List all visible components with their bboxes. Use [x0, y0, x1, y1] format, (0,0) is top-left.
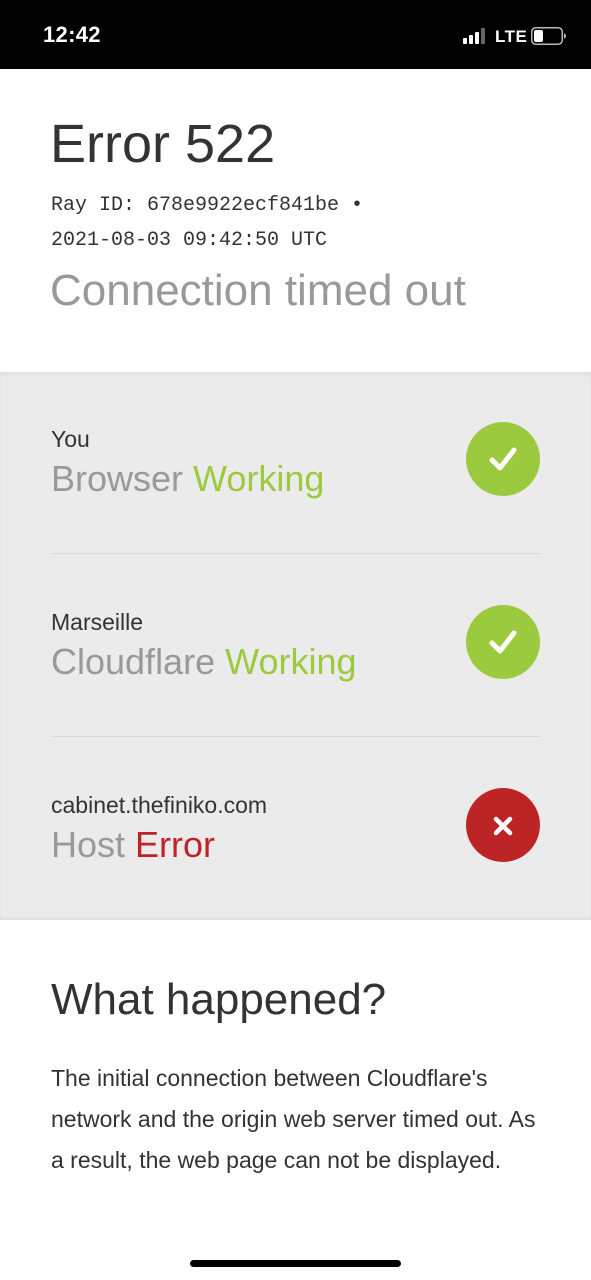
row-state: Working	[193, 458, 325, 499]
row-status: Browser Working	[51, 458, 324, 500]
check-icon	[489, 630, 517, 654]
home-indicator[interactable]	[190, 1260, 401, 1267]
divider	[51, 553, 540, 554]
ray-id: Ray ID: 678e9922ecf841be •	[51, 194, 364, 217]
status-bar: 12:42 LTE	[0, 0, 591, 69]
row-status: Host Error	[51, 824, 215, 866]
status-row-browser: You Browser Working	[51, 420, 540, 540]
row-kind: Cloudflare	[51, 641, 216, 682]
row-state: Error	[135, 824, 216, 865]
network-type-label: LTE	[495, 27, 528, 46]
error-title: Error 522	[50, 114, 276, 174]
row-location: Marseille	[51, 609, 144, 635]
x-icon	[493, 816, 513, 836]
status-ok-badge	[466, 605, 540, 679]
error-timestamp: 2021-08-03 09:42:50 UTC	[51, 229, 328, 252]
what-happened-section: What happened? The initial connection be…	[0, 920, 591, 1280]
status-ok-badge	[466, 422, 540, 496]
divider	[51, 736, 540, 737]
status-row-host: cabinet.thefiniko.com Host Error	[51, 786, 540, 906]
error-header: Error 522 Ray ID: 678e9922ecf841be • 202…	[0, 69, 591, 372]
error-subtitle: Connection timed out	[50, 266, 466, 315]
row-status: Cloudflare Working	[51, 641, 357, 683]
check-icon	[489, 447, 517, 471]
row-location: You	[51, 426, 90, 452]
what-happened-title: What happened?	[51, 975, 387, 1024]
row-kind: Host	[51, 824, 126, 865]
status-row-cloudflare: Marseille Cloudflare Working	[51, 603, 540, 723]
row-state: Working	[225, 641, 357, 682]
battery-icon	[531, 27, 566, 45]
what-happened-body: The initial connection between Cloudflar…	[51, 1065, 536, 1173]
row-kind: Browser	[51, 458, 184, 499]
signal-bars-icon	[463, 28, 485, 44]
status-error-badge	[466, 788, 540, 862]
status-time: 12:42	[43, 22, 101, 47]
row-location: cabinet.thefiniko.com	[51, 792, 268, 818]
connection-status-section: You Browser Working Marseille Cloudflare…	[0, 372, 591, 920]
